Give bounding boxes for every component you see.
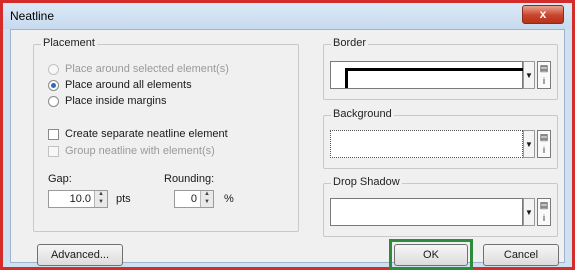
rounding-value[interactable]: 0 xyxy=(175,191,200,207)
placement-group-title: Placement xyxy=(41,37,97,49)
spin-down-icon[interactable]: ▼ xyxy=(201,199,213,207)
close-button[interactable]: x xyxy=(522,5,564,24)
spin-up-icon[interactable]: ▲ xyxy=(201,191,213,199)
close-icon: x xyxy=(539,7,547,21)
dropdown-arrow-icon[interactable]: ▼ xyxy=(523,61,535,89)
gap-value[interactable]: 10.0 xyxy=(49,191,94,207)
radio-place-around-selected[interactable]: Place around selected element(s) xyxy=(48,63,229,75)
gap-stepper[interactable]: 10.0 ▲ ▼ xyxy=(48,190,108,208)
radio-indicator[interactable] xyxy=(48,95,59,107)
radio-label: Place inside margins xyxy=(65,95,167,107)
ok-button[interactable]: OK xyxy=(394,244,468,266)
dialog-content: Placement Place around selected element(… xyxy=(10,29,565,270)
placement-group: Placement Place around selected element(… xyxy=(33,37,299,232)
border-preview xyxy=(345,68,523,88)
spin-up-icon[interactable]: ▲ xyxy=(95,191,107,199)
rounding-unit: % xyxy=(224,193,234,205)
gap-label: Gap: xyxy=(48,173,72,185)
dialog-window: Neatline x Placement Place around select… xyxy=(0,0,575,270)
dropdown-arrow-icon[interactable]: ▼ xyxy=(523,198,535,226)
title-bar[interactable]: Neatline x xyxy=(3,3,572,29)
rounding-stepper[interactable]: 0 ▲ ▼ xyxy=(174,190,214,208)
radio-place-inside-margins[interactable]: Place inside margins xyxy=(48,95,167,107)
symbol-properties-icon[interactable]: ▤ i xyxy=(537,130,551,158)
radio-place-around-all[interactable]: Place around all elements xyxy=(48,79,192,91)
checkbox-label: Group neatline with element(s) xyxy=(65,145,215,157)
background-selector[interactable] xyxy=(330,130,523,158)
drop-shadow-selector[interactable] xyxy=(330,198,523,226)
border-group-title: Border xyxy=(331,37,369,49)
checkbox-indicator[interactable] xyxy=(48,128,59,140)
spin-arrows: ▲ ▼ xyxy=(94,191,107,207)
border-group: Border ▼ ▤ i xyxy=(323,37,558,100)
gap-unit: pts xyxy=(116,193,131,205)
radio-indicator[interactable] xyxy=(48,63,59,75)
advanced-button[interactable]: Advanced... xyxy=(37,244,123,266)
dropdown-arrow-icon[interactable]: ▼ xyxy=(523,130,535,158)
drop-shadow-group-title: Drop Shadow xyxy=(331,176,402,188)
drop-shadow-group: Drop Shadow ▼ ▤ i xyxy=(323,176,558,237)
checkbox-group-neatline[interactable]: Group neatline with element(s) xyxy=(48,145,215,157)
symbol-properties-icon[interactable]: ▤ i xyxy=(537,61,551,89)
radio-label: Place around selected element(s) xyxy=(65,63,229,75)
radio-label: Place around all elements xyxy=(65,79,192,91)
symbol-properties-icon[interactable]: ▤ i xyxy=(537,198,551,226)
border-selector[interactable] xyxy=(330,61,523,89)
radio-indicator[interactable] xyxy=(48,79,59,91)
checkbox-indicator[interactable] xyxy=(48,145,59,157)
checkbox-create-separate-neatline[interactable]: Create separate neatline element xyxy=(48,128,228,140)
rounding-label: Rounding: xyxy=(164,173,215,185)
background-group-title: Background xyxy=(331,108,394,120)
checkbox-label: Create separate neatline element xyxy=(65,128,228,140)
spin-down-icon[interactable]: ▼ xyxy=(95,199,107,207)
window-title: Neatline xyxy=(10,9,55,23)
cancel-button[interactable]: Cancel xyxy=(483,244,559,266)
spin-arrows: ▲ ▼ xyxy=(200,191,213,207)
background-group: Background ▼ ▤ i xyxy=(323,108,558,169)
